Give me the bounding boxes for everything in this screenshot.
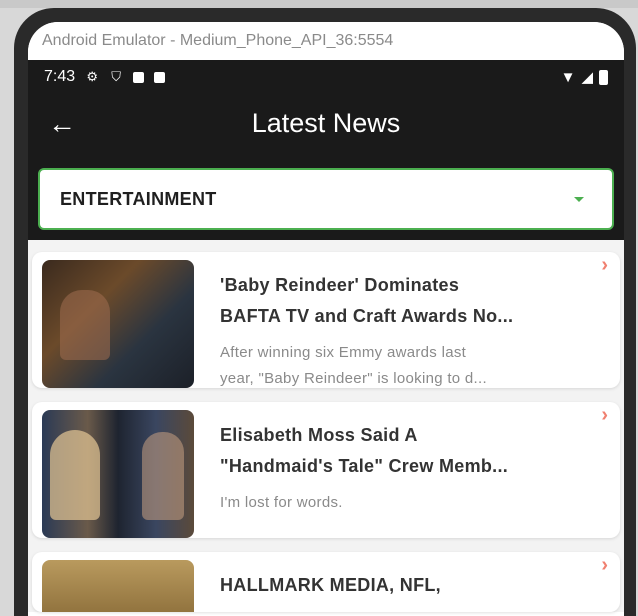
app-bar: ← Latest News [28, 94, 624, 156]
news-card[interactable]: HALLMARK MEDIA, NFL, › [32, 552, 620, 612]
dropdown-caret-icon [574, 197, 584, 202]
news-desc-line: I'm lost for words. [220, 494, 343, 511]
settings-status-icon: ⚙ [86, 69, 98, 84]
news-title-line: "Handmaid's Tale" Crew Memb... [220, 456, 509, 476]
news-title-line: HALLMARK MEDIA, NFL, [220, 575, 441, 595]
chevron-right-icon: › [601, 254, 608, 276]
news-desc-line: After winning six Emmy awards last [220, 344, 467, 361]
signal-icon: ◢ [581, 69, 593, 86]
news-desc-line: year, "Baby Reindeer" is looking to d... [220, 370, 487, 387]
news-description: After winning six Emmy awards last year,… [220, 340, 590, 388]
status-time: 7:43 [44, 68, 76, 85]
shield-status-icon: ⛉ [111, 69, 122, 84]
sd-card-status-icon [154, 71, 166, 83]
desktop-background [0, 0, 638, 8]
news-title-line: 'Baby Reindeer' Dominates [220, 275, 460, 295]
status-bar: 7:43 ⚙ ⛉ ▼ ◢ [28, 60, 624, 94]
news-thumbnail [42, 260, 194, 388]
chevron-right-icon: › [601, 554, 608, 576]
window-title: Android Emulator - Medium_Phone_API_36:5… [28, 22, 624, 60]
news-card[interactable]: 'Baby Reindeer' Dominates BAFTA TV and C… [32, 252, 620, 388]
chevron-right-icon: › [601, 404, 608, 426]
category-dropdown-value: ENTERTAINMENT [60, 188, 217, 209]
filter-area: ENTERTAINMENT [28, 156, 624, 240]
news-title-line: Elisabeth Moss Said A [220, 425, 418, 445]
news-description: I'm lost for words. [220, 490, 590, 516]
news-card[interactable]: Elisabeth Moss Said A "Handmaid's Tale" … [32, 402, 620, 538]
news-title-line: BAFTA TV and Craft Awards No... [220, 306, 514, 326]
emulator-window: Android Emulator - Medium_Phone_API_36:5… [28, 22, 624, 616]
news-thumbnail [42, 410, 194, 538]
news-thumbnail [42, 560, 194, 612]
news-list[interactable]: 'Baby Reindeer' Dominates BAFTA TV and C… [28, 240, 624, 612]
battery-icon [599, 69, 608, 85]
category-dropdown[interactable]: ENTERTAINMENT [38, 168, 614, 230]
page-title: Latest News [251, 108, 401, 138]
wifi-icon: ▼ [560, 68, 576, 86]
notification-status-icon [133, 71, 145, 83]
